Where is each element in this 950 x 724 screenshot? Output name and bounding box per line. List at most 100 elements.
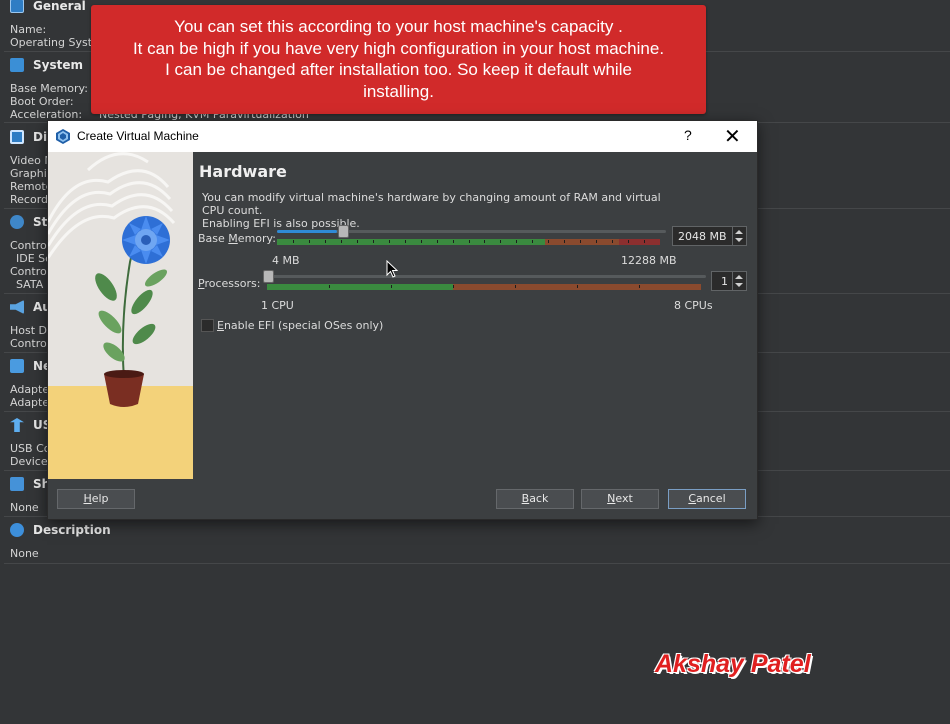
dialog-title: Create Virtual Machine [77, 129, 199, 143]
slider-groove [263, 275, 706, 278]
arrow-down-icon[interactable] [735, 283, 743, 287]
button-label: ext [615, 492, 633, 505]
spin-arrows[interactable] [732, 227, 746, 245]
spin-arrows[interactable] [732, 272, 746, 290]
label-mnemonic: M [228, 232, 238, 245]
arrow-down-icon[interactable] [735, 238, 743, 242]
next-button[interactable]: Next [581, 489, 659, 509]
section-system-header[interactable]: System [10, 55, 83, 75]
arrow-up-icon[interactable] [735, 230, 743, 234]
annotation-line: I can be changed after installation too.… [165, 60, 632, 79]
scale-tick [500, 240, 501, 243]
section-shared-folders-header[interactable]: Sh [10, 474, 50, 494]
section-network-header[interactable]: Ne [10, 356, 51, 376]
cancel-button[interactable]: Cancel [668, 489, 746, 509]
scale-tick [484, 240, 485, 243]
button-label: ancel [696, 492, 726, 505]
processors-value[interactable]: 1 [721, 275, 728, 288]
section-divider [4, 563, 950, 564]
arrow-up-icon[interactable] [735, 275, 743, 279]
speaker-icon [10, 300, 24, 314]
detail-label: Control [10, 239, 50, 252]
detail-row: Control [10, 239, 50, 252]
detail-label: Operating Syster [10, 36, 104, 49]
wizard-page-hardware: Hardware You can modify virtual machine'… [193, 152, 757, 479]
section-display-header[interactable]: Di [10, 127, 47, 147]
base-memory-value[interactable]: 2048 MB [678, 230, 727, 243]
page-title: Hardware [199, 162, 287, 181]
slider-fill [277, 230, 337, 233]
memory-max-label: 12288 MB [621, 254, 677, 267]
scale-safe-zone [277, 239, 545, 245]
create-vm-dialog: Create Virtual Machine ? ✕ Hardware You … [47, 120, 758, 520]
slider-handle[interactable] [263, 270, 274, 283]
close-icon[interactable]: ✕ [724, 124, 741, 148]
scale-tick [437, 240, 438, 243]
section-description-header[interactable]: Description [10, 520, 111, 540]
scale-tick [405, 240, 406, 243]
scale-tick [644, 240, 645, 243]
section-title: System [33, 58, 83, 72]
processors-spinbox[interactable]: 1 [711, 271, 747, 291]
detail-label: Device [10, 455, 48, 468]
scale-tick [628, 240, 629, 243]
annotation-line: installing. [363, 81, 434, 101]
flower-illustration [48, 152, 193, 479]
base-memory-spinbox[interactable]: 2048 MB [672, 226, 747, 246]
detail-row: Control [10, 337, 50, 350]
detail-label: SATA [16, 278, 44, 291]
author-watermark: Akshay Patel [655, 650, 811, 678]
scale-tick [516, 240, 517, 243]
annotation-line: It can be high if you have very high con… [132, 38, 665, 58]
disk-icon [10, 215, 24, 229]
enable-efi-label[interactable]: Enable EFI (special OSes only) [217, 319, 383, 332]
slider-handle[interactable] [338, 225, 349, 238]
enable-efi-checkbox[interactable] [201, 319, 214, 332]
scale-tick [391, 285, 392, 288]
scale-tick [293, 240, 294, 243]
section-title: General [33, 0, 86, 13]
scale-tick [596, 240, 597, 243]
detail-label: Adapte [10, 396, 50, 409]
detail-row: Device [10, 455, 48, 468]
detail-row: Recordi [10, 193, 51, 206]
section-usb-header[interactable]: US [10, 415, 51, 435]
scale-tick [325, 240, 326, 243]
scale-tick [329, 285, 330, 288]
monitor-icon [10, 130, 24, 144]
scale-tick [469, 240, 470, 243]
virtualbox-icon [56, 129, 70, 144]
back-button[interactable]: Back [496, 489, 574, 509]
description-line: Enabling EFI is also possible. [202, 217, 360, 230]
detail-value: None [10, 501, 39, 514]
scale-tick [341, 240, 342, 243]
cpu-capacity-scale [267, 284, 701, 290]
scale-warn-zone [545, 239, 619, 245]
detail-label: Control [10, 265, 50, 278]
detail-row: SATA [16, 278, 43, 291]
help-question-icon[interactable]: ? [684, 127, 692, 143]
detail-label: Base Memory: [10, 82, 88, 95]
section-audio-header[interactable]: Au [10, 297, 51, 317]
scale-tick [389, 240, 390, 243]
detail-value: None [10, 547, 39, 560]
scale-tick [309, 240, 310, 243]
section-title: Di [33, 130, 48, 144]
label-part: rocessors: [204, 277, 261, 290]
detail-label: Host Dr [10, 324, 52, 337]
folder-icon [10, 477, 24, 491]
section-storage-header[interactable]: St [10, 212, 47, 232]
detail-row: Control [10, 265, 50, 278]
button-mnemonic: C [688, 492, 697, 505]
dialog-titlebar[interactable]: Create Virtual Machine ? ✕ [48, 121, 757, 152]
section-title: St [33, 215, 48, 229]
help-button[interactable]: Help [57, 489, 135, 509]
cpu-min-label: 1 CPU [261, 299, 294, 312]
speech-bubble-icon [10, 523, 24, 537]
processors-label: Processors: [198, 277, 260, 290]
detail-row: None [10, 547, 39, 560]
usb-icon [10, 418, 24, 432]
detail-row: USB Co [10, 442, 51, 455]
section-general-header[interactable]: General [10, 0, 86, 16]
detail-row: Name: [10, 23, 46, 36]
